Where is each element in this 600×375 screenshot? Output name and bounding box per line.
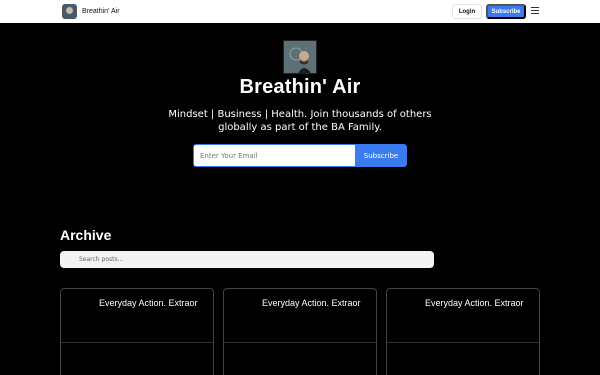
nav-subscribe-button[interactable]: Subscribe (486, 4, 526, 19)
post-card[interactable]: Everyday Action. Extraor (60, 288, 214, 375)
post-card[interactable]: Everyday Action. Extraor (223, 288, 377, 375)
brand-name: Breathin' Air (82, 8, 120, 15)
brand-logo (62, 4, 77, 19)
brand-link[interactable]: Breathin' Air (62, 4, 120, 19)
archive-heading: Archive (60, 227, 112, 243)
search-icon (66, 256, 73, 263)
post-title: Everyday Action. Extraor (425, 298, 524, 308)
post-card[interactable]: Everyday Action. Extraor (386, 288, 540, 375)
avatar (283, 40, 317, 74)
hamburger-icon[interactable] (531, 7, 539, 15)
card-divider (387, 342, 539, 343)
hero-description: Mindset | Business | Health. Join thousa… (168, 109, 432, 133)
card-divider (61, 342, 213, 343)
post-title: Everyday Action. Extraor (99, 298, 198, 308)
post-list: Everyday Action. Extraor Everyday Action… (60, 288, 540, 375)
email-field[interactable] (193, 144, 355, 167)
subscribe-button[interactable]: Subscribe (355, 144, 407, 167)
search-input[interactable] (79, 256, 379, 263)
card-divider (224, 342, 376, 343)
login-button[interactable]: Login (452, 4, 482, 19)
post-title: Everyday Action. Extraor (262, 298, 361, 308)
search-bar (60, 251, 434, 268)
page-title: Breathin' Air (239, 76, 361, 98)
subscribe-form: Subscribe (193, 144, 407, 167)
top-nav: Breathin' Air Login Subscribe (0, 0, 600, 23)
